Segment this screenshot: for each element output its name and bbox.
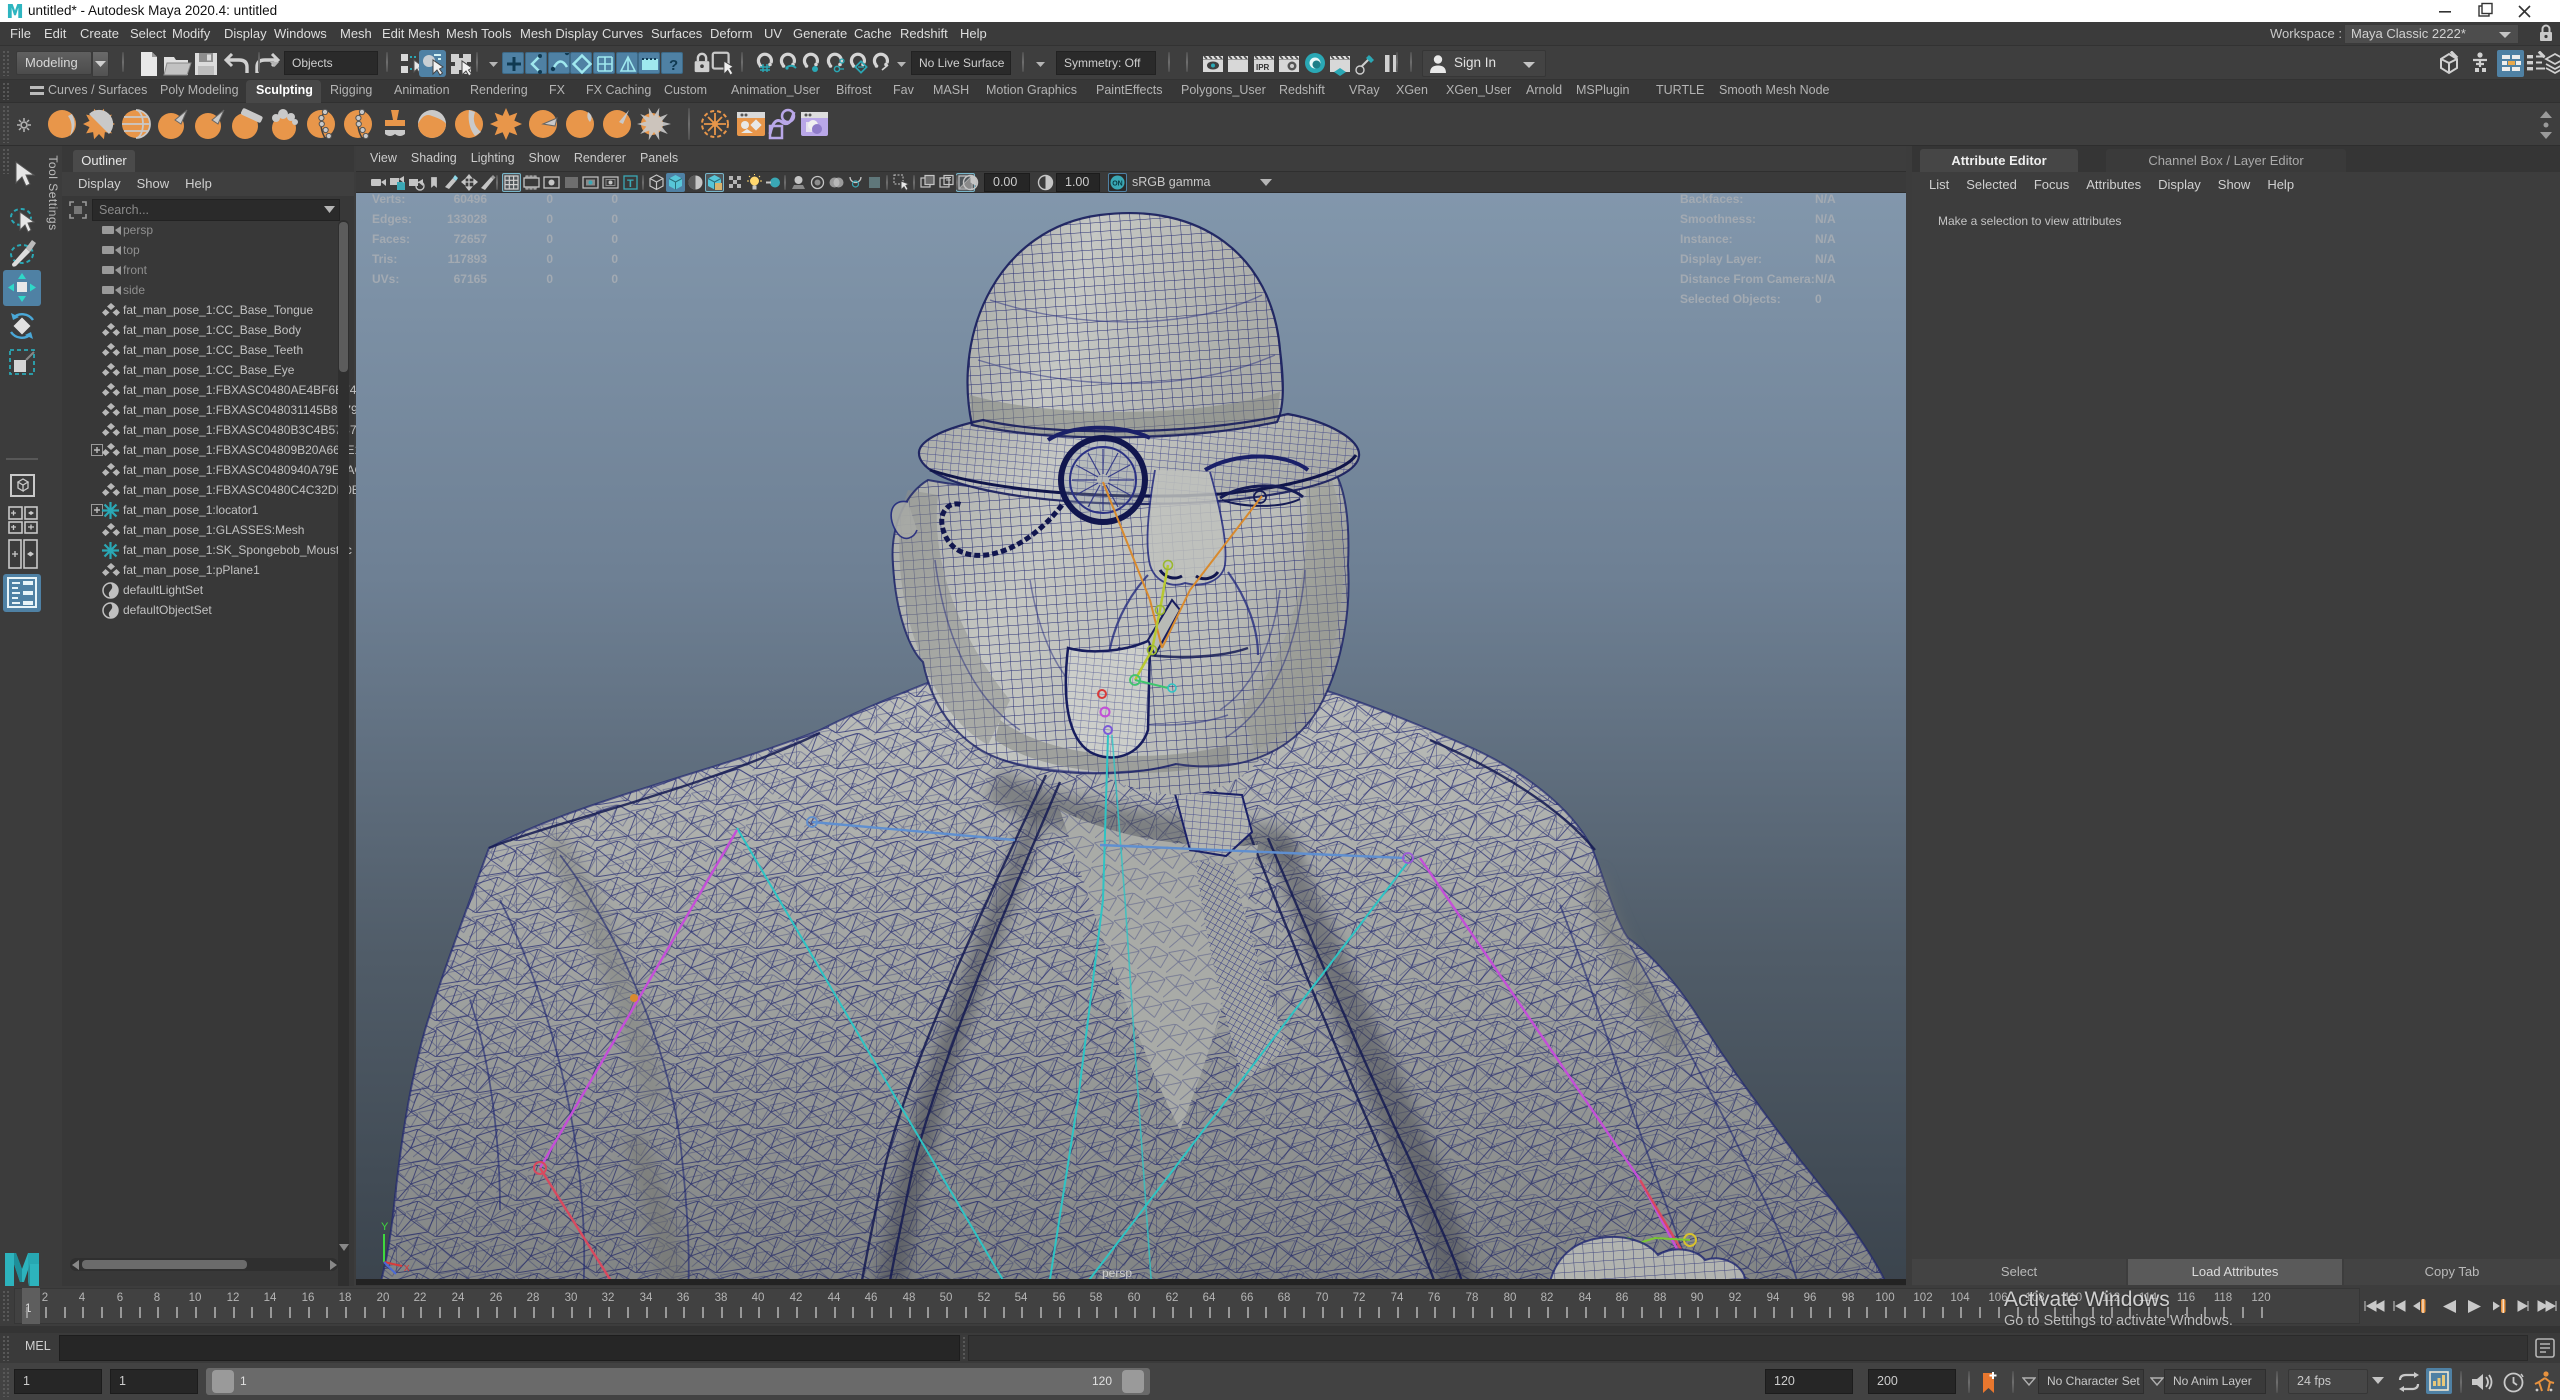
svg-text:0: 0 (546, 252, 553, 266)
svg-text:Smoothness:: Smoothness: (1680, 212, 1756, 226)
svg-text:Verts:: Verts: (372, 193, 405, 206)
svg-text:0: 0 (546, 272, 553, 286)
svg-text:T: T (627, 178, 634, 190)
svg-text:117893: 117893 (448, 252, 488, 266)
svg-text:Instance:: Instance: (1680, 232, 1733, 246)
svg-text:x: x (404, 1262, 410, 1274)
svg-text:Tris:: Tris: (372, 252, 397, 266)
svg-text:N/A: N/A (1815, 232, 1836, 246)
svg-text:Distance From Camera:: Distance From Camera: (1680, 272, 1815, 286)
svg-text:0: 0 (611, 232, 618, 246)
svg-text:67165: 67165 (454, 272, 488, 286)
svg-text:0: 0 (611, 272, 618, 286)
svg-text:IPR: IPR (1256, 63, 1270, 72)
svg-text:N/A: N/A (1815, 252, 1836, 266)
svg-text:persp: persp (1102, 1266, 1132, 1280)
svg-text:Edges:: Edges: (372, 212, 412, 226)
svg-text:0: 0 (611, 193, 618, 206)
svg-text:Display Layer:: Display Layer: (1680, 252, 1762, 266)
svg-text:0: 0 (611, 252, 618, 266)
svg-text:60496: 60496 (454, 193, 488, 206)
svg-text:N/A: N/A (1815, 212, 1836, 226)
svg-text:0: 0 (611, 212, 618, 226)
svg-text:Backfaces:: Backfaces: (1680, 193, 1743, 206)
svg-text:Y: Y (381, 1221, 389, 1233)
svg-text:0: 0 (546, 232, 553, 246)
svg-text:0: 0 (546, 212, 553, 226)
svg-text:0: 0 (546, 193, 553, 206)
svg-text:Faces:: Faces: (372, 232, 410, 246)
svg-text:N/A: N/A (1815, 193, 1836, 206)
svg-text:N/A: N/A (1815, 272, 1836, 286)
svg-text:UVs:: UVs: (372, 272, 399, 286)
svg-text:ON: ON (1112, 181, 1123, 188)
svg-text:?: ? (669, 57, 678, 74)
svg-text:Selected Objects:: Selected Objects: (1680, 292, 1781, 306)
svg-text:133028: 133028 (447, 212, 487, 226)
svg-text:72657: 72657 (454, 232, 488, 246)
svg-text:0: 0 (1815, 292, 1822, 306)
